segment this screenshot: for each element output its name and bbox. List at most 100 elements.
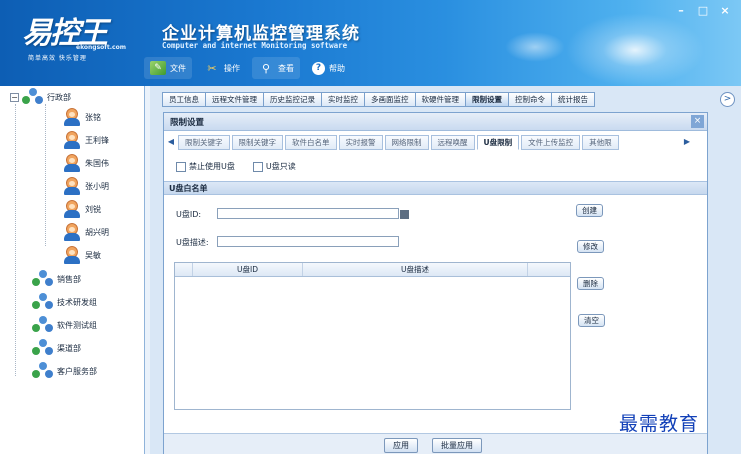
tree-label: 刘锐 [85, 204, 101, 214]
subtab-keyword-1[interactable]: 限制关键字 [178, 135, 230, 150]
user-icon [62, 246, 82, 264]
tree-label: 吴敏 [85, 250, 101, 260]
tools-icon: ✂ [207, 61, 217, 75]
group-icon [32, 362, 54, 380]
tree-user[interactable]: 刘锐 [62, 200, 101, 218]
usb-id-input[interactable] [217, 208, 399, 219]
minimize-button[interactable]: – [671, 3, 691, 19]
tree-user[interactable]: 张小明 [62, 177, 109, 195]
main-tab-bar: 员工信息 远程文件管理 历史监控记录 实时监控 多画面监控 软硬件管理 限制设置… [162, 92, 595, 107]
tab-limit-settings[interactable]: 限制设置 [466, 92, 509, 107]
tab-employee-info[interactable]: 员工信息 [162, 92, 206, 107]
panel-footer: 应用 批量应用 [164, 433, 707, 454]
collapse-icon[interactable]: − [10, 92, 19, 102]
user-icon [62, 131, 82, 149]
user-icon [62, 200, 82, 218]
usb-readonly-checkbox[interactable]: U盘只读 [252, 161, 296, 172]
user-icon [62, 223, 82, 241]
tab-history[interactable]: 历史监控记录 [264, 92, 322, 107]
subtab-network-limit[interactable]: 网络限制 [384, 135, 429, 150]
tree-node-channel[interactable]: 渠道部 [32, 339, 81, 357]
help-menu-button[interactable]: ? 帮助 [306, 57, 351, 79]
search-icon: ⚲ [261, 61, 271, 75]
checkbox-label: U盘只读 [265, 162, 296, 171]
tab-realtime[interactable]: 实时监控 [322, 92, 365, 107]
logo: 易控王 ekongsoft.com 简单高效 快乐管理 [6, 4, 146, 62]
tree-node-qa[interactable]: 软件测试组 [32, 316, 97, 334]
tab-multiscreen[interactable]: 多画面监控 [365, 92, 416, 107]
batch-apply-button[interactable]: 批量应用 [432, 438, 482, 453]
tree-label: 张铭 [85, 112, 101, 122]
view-menu-button[interactable]: ⚲ 查看 [252, 57, 300, 79]
close-button[interactable]: × [715, 3, 735, 19]
clear-button[interactable]: 清空 [578, 314, 605, 327]
user-icon [62, 154, 82, 172]
tab-scroll-right-icon[interactable]: ▶ [682, 135, 692, 149]
subtab-usb-limit[interactable]: U盘限制 [476, 135, 520, 150]
tab-statistics[interactable]: 统计报告 [552, 92, 595, 107]
column-usb-id[interactable]: U盘ID [193, 263, 303, 276]
watermark: 最需教育 [619, 413, 700, 435]
tree-user[interactable]: 吴敏 [62, 246, 101, 264]
group-icon [22, 88, 44, 106]
checkbox-box[interactable] [176, 161, 186, 172]
tree-node-service[interactable]: 客户服务部 [32, 362, 97, 380]
subtab-remote-wake[interactable]: 远程唤醒 [430, 135, 475, 150]
tree-label: 行政部 [47, 92, 71, 102]
delete-button[interactable]: 删除 [577, 277, 604, 290]
tree-user[interactable]: 张铭 [62, 108, 101, 126]
disable-usb-checkbox[interactable]: 禁止使用U盘 [176, 161, 235, 172]
tab-scroll-left-icon[interactable]: ◀ [166, 135, 176, 149]
browse-icon[interactable] [400, 210, 409, 219]
pencil-icon: ✎ [150, 61, 166, 75]
modify-button[interactable]: 修改 [577, 240, 604, 253]
maximize-button[interactable]: □ [693, 3, 713, 19]
help-icon: ? [312, 61, 325, 75]
usb-whitelist-table: U盘ID U盘描述 [174, 262, 571, 410]
panel-close-button[interactable]: × [691, 115, 704, 128]
tree-label: 销售部 [57, 274, 81, 284]
tab-remote-files[interactable]: 远程文件管理 [206, 92, 264, 107]
tab-scroll-right-icon[interactable]: > [720, 92, 735, 107]
file-menu-button[interactable]: ✎ 文件 [144, 57, 192, 79]
tree-node-rd[interactable]: 技术研发组 [32, 293, 97, 311]
subtab-other[interactable]: 其他限 [582, 135, 619, 150]
banner-glow-small [505, 32, 565, 62]
subtab-keyword-2[interactable]: 限制关键字 [231, 135, 283, 150]
tree-user[interactable]: 朱国伟 [62, 154, 109, 172]
tab-hardware[interactable]: 软硬件管理 [415, 92, 466, 107]
create-button[interactable]: 创建 [576, 204, 603, 217]
operate-menu-button[interactable]: ✂ 操作 [198, 57, 246, 79]
tree-label: 朱国伟 [85, 158, 109, 168]
column-usb-desc[interactable]: U盘描述 [303, 263, 528, 276]
subtab-realtime-alarm[interactable]: 实时报警 [338, 135, 383, 150]
tree-label: 客户服务部 [57, 366, 97, 376]
usb-desc-input[interactable] [217, 236, 399, 247]
operate-menu-label: 操作 [224, 63, 240, 73]
department-tree: − 行政部 张铭 王利锋 朱国伟 张小明 刘锐 胡兴明 吴敏 销售部 技术研发组 [0, 86, 145, 454]
sub-tab-bar: ◀ 限制关键字 限制关键字 软件白名单 实时报警 网络限制 远程唤醒 U盘限制 … [164, 133, 707, 151]
file-menu-label: 文件 [170, 63, 186, 73]
tree-label: 王利锋 [85, 135, 109, 145]
tree-user[interactable]: 胡兴明 [62, 223, 109, 241]
table-header-cell [175, 263, 193, 276]
subtab-software-whitelist[interactable]: 软件白名单 [285, 135, 337, 150]
section-title: U盘白名单 [169, 184, 208, 193]
tree-node-admin[interactable]: − 行政部 [10, 88, 71, 106]
subtab-upload-monitor[interactable]: 文件上传监控 [521, 135, 581, 150]
tree-node-sales[interactable]: 销售部 [32, 270, 81, 288]
checkbox-label: 禁止使用U盘 [189, 162, 235, 171]
title-banner: 易控王 ekongsoft.com 简单高效 快乐管理 企业计算机监控管理系统 … [0, 0, 741, 86]
user-icon [62, 177, 82, 195]
apply-button[interactable]: 应用 [384, 438, 418, 453]
tree-label: 软件测试组 [57, 320, 97, 330]
usb-desc-label: U盘描述: [176, 238, 209, 247]
logo-url: ekongsoft.com [76, 44, 126, 51]
checkbox-box[interactable] [252, 161, 263, 172]
tree-label: 技术研发组 [57, 297, 97, 307]
tree-user[interactable]: 王利锋 [62, 131, 109, 149]
tree-guide [45, 104, 46, 246]
tree-label: 渠道部 [57, 343, 81, 353]
banner-glow [560, 10, 710, 86]
tab-commands[interactable]: 控制命令 [509, 92, 552, 107]
